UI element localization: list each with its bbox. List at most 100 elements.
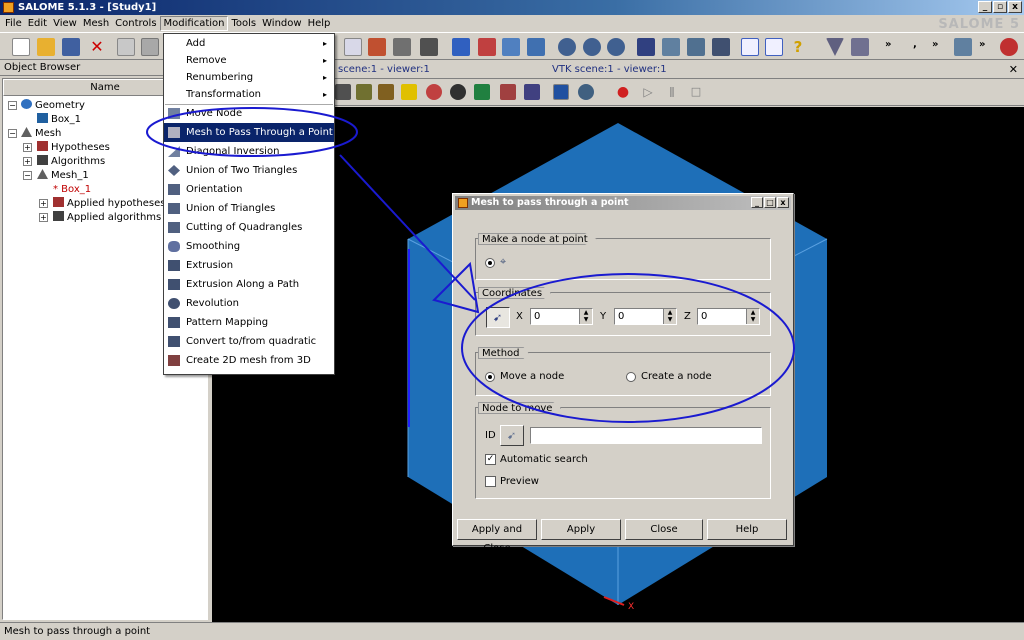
viewer-pan-icon[interactable] bbox=[378, 84, 394, 100]
menu-view[interactable]: View bbox=[50, 16, 80, 31]
tree-item-applied-hypotheses[interactable]: Applied hypotheses bbox=[53, 197, 165, 211]
menu-item-diagonal-inversion[interactable]: Diagonal Inversion bbox=[164, 142, 334, 161]
menu-item-smoothing[interactable]: Smoothing bbox=[164, 237, 334, 256]
copy-icon[interactable] bbox=[117, 38, 135, 56]
collapse-geometry-icon[interactable]: − bbox=[8, 101, 17, 110]
tree-item-mesh[interactable]: Mesh bbox=[21, 127, 61, 141]
menu-tools[interactable]: Tools bbox=[228, 16, 259, 31]
toolbar-fit-icon[interactable] bbox=[662, 38, 680, 56]
restore-button[interactable]: ▫ bbox=[993, 1, 1007, 13]
viewer-fit-icon[interactable] bbox=[450, 84, 466, 100]
selection-icon[interactable] bbox=[851, 38, 869, 56]
y-spinbox[interactable]: 0 ▲ ▼ bbox=[614, 308, 677, 325]
create-node-radio[interactable] bbox=[626, 372, 636, 382]
delete-icon[interactable]: ✕ bbox=[88, 38, 106, 56]
viewer-refresh-icon[interactable] bbox=[426, 84, 442, 100]
menu-item-convert-quadratic[interactable]: Convert to/from quadratic bbox=[164, 332, 334, 351]
menu-item-move-node[interactable]: Move Node bbox=[164, 104, 334, 123]
record-icon[interactable]: ● bbox=[615, 84, 631, 100]
select-node-button[interactable]: ➹ bbox=[500, 425, 524, 446]
menu-item-union-two-triangles[interactable]: Union of Two Triangles bbox=[164, 161, 334, 180]
close-tab-icon[interactable]: ✕ bbox=[1009, 63, 1018, 76]
menu-item-union-of-triangles[interactable]: Union of Triangles bbox=[164, 199, 334, 218]
toolbar-module-icon[interactable] bbox=[1000, 38, 1018, 56]
menu-item-revolution[interactable]: Revolution bbox=[164, 294, 334, 313]
viewer-points-icon[interactable] bbox=[524, 84, 540, 100]
menu-help[interactable]: Help bbox=[305, 16, 334, 31]
help-button[interactable]: Help bbox=[707, 519, 787, 540]
toolbar-gear-icon[interactable] bbox=[558, 38, 576, 56]
viewer-dump-icon[interactable] bbox=[335, 84, 351, 100]
help-question-icon[interactable]: ? bbox=[789, 38, 807, 56]
tree-item-shape-reference[interactable]: * Box_1 bbox=[53, 183, 91, 197]
pick-point-button[interactable]: ➹ bbox=[486, 307, 510, 328]
toolbar-pan-icon[interactable] bbox=[712, 38, 730, 56]
save-icon[interactable] bbox=[62, 38, 80, 56]
menu-mesh[interactable]: Mesh bbox=[80, 16, 112, 31]
minimize-button[interactable]: _ bbox=[978, 1, 992, 13]
tree-item-geometry[interactable]: Geometry bbox=[21, 99, 85, 113]
menu-item-create-2d-mesh[interactable]: Create 2D mesh from 3D bbox=[164, 351, 334, 370]
expand-applied-hypotheses-icon[interactable]: + bbox=[39, 199, 48, 208]
dialog-minimize-button[interactable]: _ bbox=[751, 197, 763, 208]
preview-checkbox[interactable] bbox=[485, 476, 496, 487]
menu-controls[interactable]: Controls bbox=[112, 16, 159, 31]
toolbar-grid-icon[interactable] bbox=[420, 38, 438, 56]
menu-item-extrusion-along-path[interactable]: Extrusion Along a Path bbox=[164, 275, 334, 294]
toolbar-edge-icon[interactable] bbox=[502, 38, 520, 56]
menu-item-extrusion[interactable]: Extrusion bbox=[164, 256, 334, 275]
collapse-mesh-1-icon[interactable]: − bbox=[23, 171, 32, 180]
stop-icon[interactable]: □ bbox=[688, 84, 704, 100]
toolbar-mesh-icon[interactable] bbox=[368, 38, 386, 56]
move-node-radio[interactable] bbox=[485, 372, 495, 382]
toolbar-3d-icon[interactable] bbox=[393, 38, 411, 56]
toolbar-gear3-icon[interactable] bbox=[607, 38, 625, 56]
expand-hypotheses-icon[interactable]: + bbox=[23, 143, 32, 152]
toolbar-face-icon[interactable] bbox=[527, 38, 545, 56]
filter-icon[interactable] bbox=[826, 38, 844, 56]
menu-item-orientation[interactable]: Orientation bbox=[164, 180, 334, 199]
play-icon[interactable]: ▷ bbox=[640, 84, 656, 100]
dialog-maximize-button[interactable]: □ bbox=[764, 197, 776, 208]
toolbar-script-icon[interactable] bbox=[765, 38, 783, 56]
viewer-axis-icon[interactable] bbox=[500, 84, 516, 100]
viewer-sphere-icon[interactable] bbox=[578, 84, 594, 100]
dialog-close-button[interactable]: x bbox=[777, 197, 789, 208]
expand-applied-algorithms-icon[interactable]: + bbox=[39, 213, 48, 222]
toolbar-more2-icon[interactable]: » bbox=[932, 39, 938, 50]
menu-window[interactable]: Window bbox=[259, 16, 304, 31]
x-spinbox[interactable]: 0 ▲ ▼ bbox=[530, 308, 593, 325]
apply-and-close-button[interactable]: Apply and Close bbox=[457, 519, 537, 554]
tab-scene-viewer[interactable]: scene:1 - viewer:1 bbox=[332, 63, 436, 79]
toolbar-dot-icon[interactable]: , bbox=[913, 39, 917, 50]
toolbar-gear2-icon[interactable] bbox=[583, 38, 601, 56]
spin-arrows-icon[interactable]: ▲ ▼ bbox=[663, 309, 676, 324]
tree-item-applied-algorithms[interactable]: Applied algorithms bbox=[53, 211, 161, 225]
menu-file[interactable]: File bbox=[2, 16, 25, 31]
tree-item-algorithms[interactable]: Algorithms bbox=[37, 155, 105, 169]
menu-edit[interactable]: Edit bbox=[25, 16, 50, 31]
expand-algorithms-icon[interactable]: + bbox=[23, 157, 32, 166]
tab-vtk-scene-viewer[interactable]: VTK scene:1 - viewer:1 bbox=[546, 63, 673, 79]
viewer-grid-icon[interactable] bbox=[474, 84, 490, 100]
spin-arrows-icon[interactable]: ▲ ▼ bbox=[579, 309, 592, 324]
collapse-mesh-icon[interactable]: − bbox=[8, 129, 17, 138]
z-spinbox[interactable]: 0 ▲ ▼ bbox=[697, 308, 760, 325]
tree-item-hypotheses[interactable]: Hypotheses bbox=[37, 141, 110, 155]
apply-button[interactable]: Apply bbox=[541, 519, 621, 540]
make-node-radio[interactable] bbox=[485, 258, 495, 268]
viewer-shading-icon[interactable] bbox=[553, 84, 569, 100]
paste-icon[interactable] bbox=[141, 38, 159, 56]
toolbar-play-icon[interactable] bbox=[637, 38, 655, 56]
pause-icon[interactable]: ǁ bbox=[664, 84, 680, 100]
toolbar-zoom-icon[interactable] bbox=[687, 38, 705, 56]
toolbar-doc-icon[interactable] bbox=[344, 38, 362, 56]
menu-item-mesh-through-point[interactable]: Mesh to Pass Through a Point bbox=[164, 123, 334, 142]
automatic-search-checkbox[interactable]: ✓ bbox=[485, 454, 496, 465]
toolbar-view-icon[interactable] bbox=[954, 38, 972, 56]
toolbar-add-node-icon[interactable] bbox=[452, 38, 470, 56]
open-folder-icon[interactable] bbox=[37, 38, 55, 56]
menu-item-pattern-mapping[interactable]: Pattern Mapping bbox=[164, 313, 334, 332]
toolbar-more-icon[interactable]: » bbox=[885, 39, 891, 50]
menu-modification[interactable]: Modification bbox=[159, 16, 229, 31]
